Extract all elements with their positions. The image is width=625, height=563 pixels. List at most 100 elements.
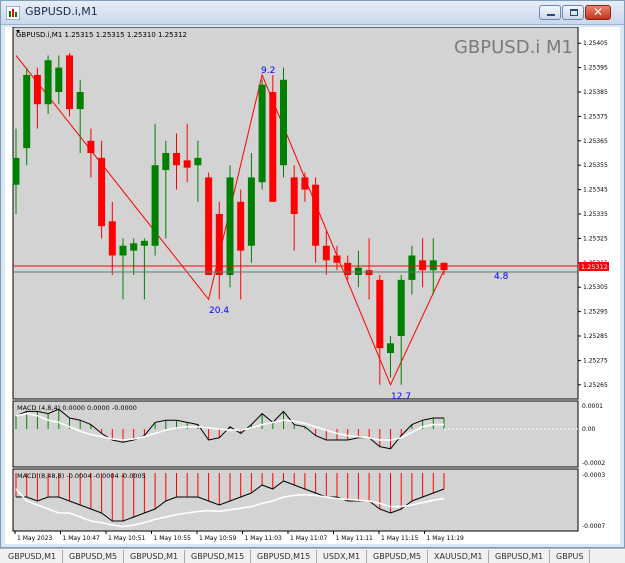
macd2-tick-top: -0.0003 (582, 472, 605, 479)
bid-price-label: 1.25312 (581, 263, 608, 271)
price-axis-label: 1.25295 (583, 309, 608, 316)
time-axis-label: 1 May 10:59 (199, 535, 237, 542)
candle-body (290, 177, 298, 214)
price-axis-label: 1.25275 (583, 357, 608, 364)
time-axis-label: 1 May 11:15 (381, 535, 419, 542)
candle-body (130, 243, 138, 251)
candle-body (119, 245, 127, 256)
candle-body (280, 79, 287, 166)
chart-tab[interactable]: GBPUSD,M15 (185, 550, 252, 563)
time-axis-label: 1 May 11:03 (245, 535, 283, 542)
candle (226, 165, 234, 288)
macd1-tick-top: 0.0001 (582, 403, 603, 410)
candle-body (226, 177, 234, 275)
price-axis-label: 1.25385 (583, 89, 608, 96)
macd2-tick-bottom: -0.0007 (582, 523, 605, 530)
candle-body (333, 255, 341, 263)
time-axis-label: 1 May 10:47 (63, 535, 101, 542)
candle-body (183, 160, 191, 168)
candle-body (322, 245, 330, 261)
candle-body (12, 157, 20, 185)
price-axis-label: 1.25355 (583, 162, 608, 169)
time-axis-label: 1 May 10:55 (154, 535, 192, 542)
zigzag-label-high: 9.2 (261, 66, 275, 76)
price-axis-label: 1.25335 (583, 211, 608, 218)
minimize-icon (547, 14, 555, 16)
chart-app-icon (6, 6, 20, 20)
window-titlebar[interactable]: GBPUSD.i,M1 ✕ (1, 1, 624, 25)
candle-body (237, 201, 245, 251)
candle-body (162, 153, 170, 171)
candle-body (376, 279, 384, 349)
candle (269, 74, 277, 202)
chart-tab[interactable]: GBPUSD,M1 (2, 550, 64, 563)
chart-tab[interactable]: GBPUSD,M15 (251, 550, 318, 563)
price-axis-label: 1.25285 (583, 333, 608, 340)
candle-body (151, 165, 159, 246)
price-axis-label: 1.25395 (583, 65, 608, 72)
candle-body (33, 74, 41, 105)
candle-body (108, 221, 116, 256)
candle (205, 172, 213, 275)
symbol-watermark: GBPUSD.i M1 (454, 37, 573, 58)
chart-window: GBPUSD.i,M1 ✕ 1.25405 1.25395 1.25385 1.253… (0, 0, 625, 548)
macd2-label: MACD (8,48,8) -0.0004 -0.0004 -0.0005 (17, 472, 146, 480)
candle-body (23, 74, 31, 149)
candle-body (301, 177, 309, 190)
candle-body (205, 177, 213, 275)
chart-tab[interactable]: GBPUSD,M1 (489, 550, 551, 563)
candle (66, 52, 73, 117)
restore-icon (570, 9, 578, 16)
candle-body (354, 267, 362, 275)
candle-body (419, 260, 427, 271)
close-button[interactable]: ✕ (585, 5, 611, 20)
chart-tab[interactable]: GBPUS (550, 550, 591, 563)
candle-body (408, 255, 416, 280)
candle-body (312, 184, 320, 246)
candle-body (194, 157, 202, 166)
minimize-button[interactable] (539, 5, 561, 20)
chart-tab[interactable]: GBPUSD,M1 (124, 550, 186, 563)
chart-tab[interactable]: XAUUSD,M1 (428, 550, 490, 563)
macd1-tick-zero: 0.00 (582, 426, 596, 433)
restore-button[interactable] (562, 5, 584, 20)
chart-tab[interactable]: GBPUSD,M5 (63, 550, 125, 563)
candle-body (98, 157, 106, 227)
price-axis-label: 1.25345 (583, 187, 608, 194)
price-axis-label: 1.25365 (583, 138, 608, 145)
candle-body (87, 140, 95, 153)
candle (258, 79, 266, 190)
candle-body (258, 84, 266, 183)
candle-body (76, 92, 84, 110)
time-axis-label: 1 May 11:11 (336, 535, 374, 542)
candle-body (387, 343, 394, 354)
candle-body (269, 92, 277, 202)
candle-body (344, 262, 352, 275)
macd1-label: MACD (4,8,4) 0.0000 0.0000 -0.0000 (17, 404, 137, 412)
candle-body (429, 260, 437, 271)
chart-tabs-bar: GBPUSD,M1 GBPUSD,M5 GBPUSD,M1 GBPUSD,M15 GBP… (0, 548, 625, 563)
chart-tab[interactable]: USDX,M1 (317, 550, 368, 563)
price-axis-label: 1.25265 (583, 382, 608, 389)
time-axis-label: 1 May 10:51 (108, 535, 146, 542)
price-axis-label: 1.25305 (583, 284, 608, 291)
zigzag-label-bottom: 12.7 (391, 392, 411, 402)
candle (280, 67, 287, 178)
candle-body (247, 177, 255, 246)
zigzag-label-low: 20.4 (209, 306, 229, 316)
candle-body (140, 240, 148, 246)
chart-tab[interactable]: GBPUSD,M5 (367, 550, 429, 563)
window-title: GBPUSD.i,M1 (25, 5, 98, 18)
price-axis-label: 1.25375 (583, 113, 608, 120)
candle-body (66, 55, 73, 110)
close-icon: ✕ (593, 5, 604, 19)
macd1-tick-bottom: -0.0002 (582, 460, 605, 467)
candle-body (55, 67, 63, 92)
zigzag-label-current: 4.8 (494, 272, 509, 282)
time-axis-label: 1 May 2023 (17, 535, 52, 542)
price-axis-label: 1.25405 (583, 40, 608, 47)
chart-canvas[interactable]: 1.25405 1.25395 1.25385 1.25375 1.25365 1.253… (5, 26, 620, 544)
candle-body (44, 60, 52, 105)
chart-info-line: GBPUSD.i,M1 1.25315 1.25315 1.25310 1.25… (16, 31, 187, 39)
chart-area[interactable]: 1.25405 1.25395 1.25385 1.25375 1.25365 1.253… (5, 26, 620, 544)
